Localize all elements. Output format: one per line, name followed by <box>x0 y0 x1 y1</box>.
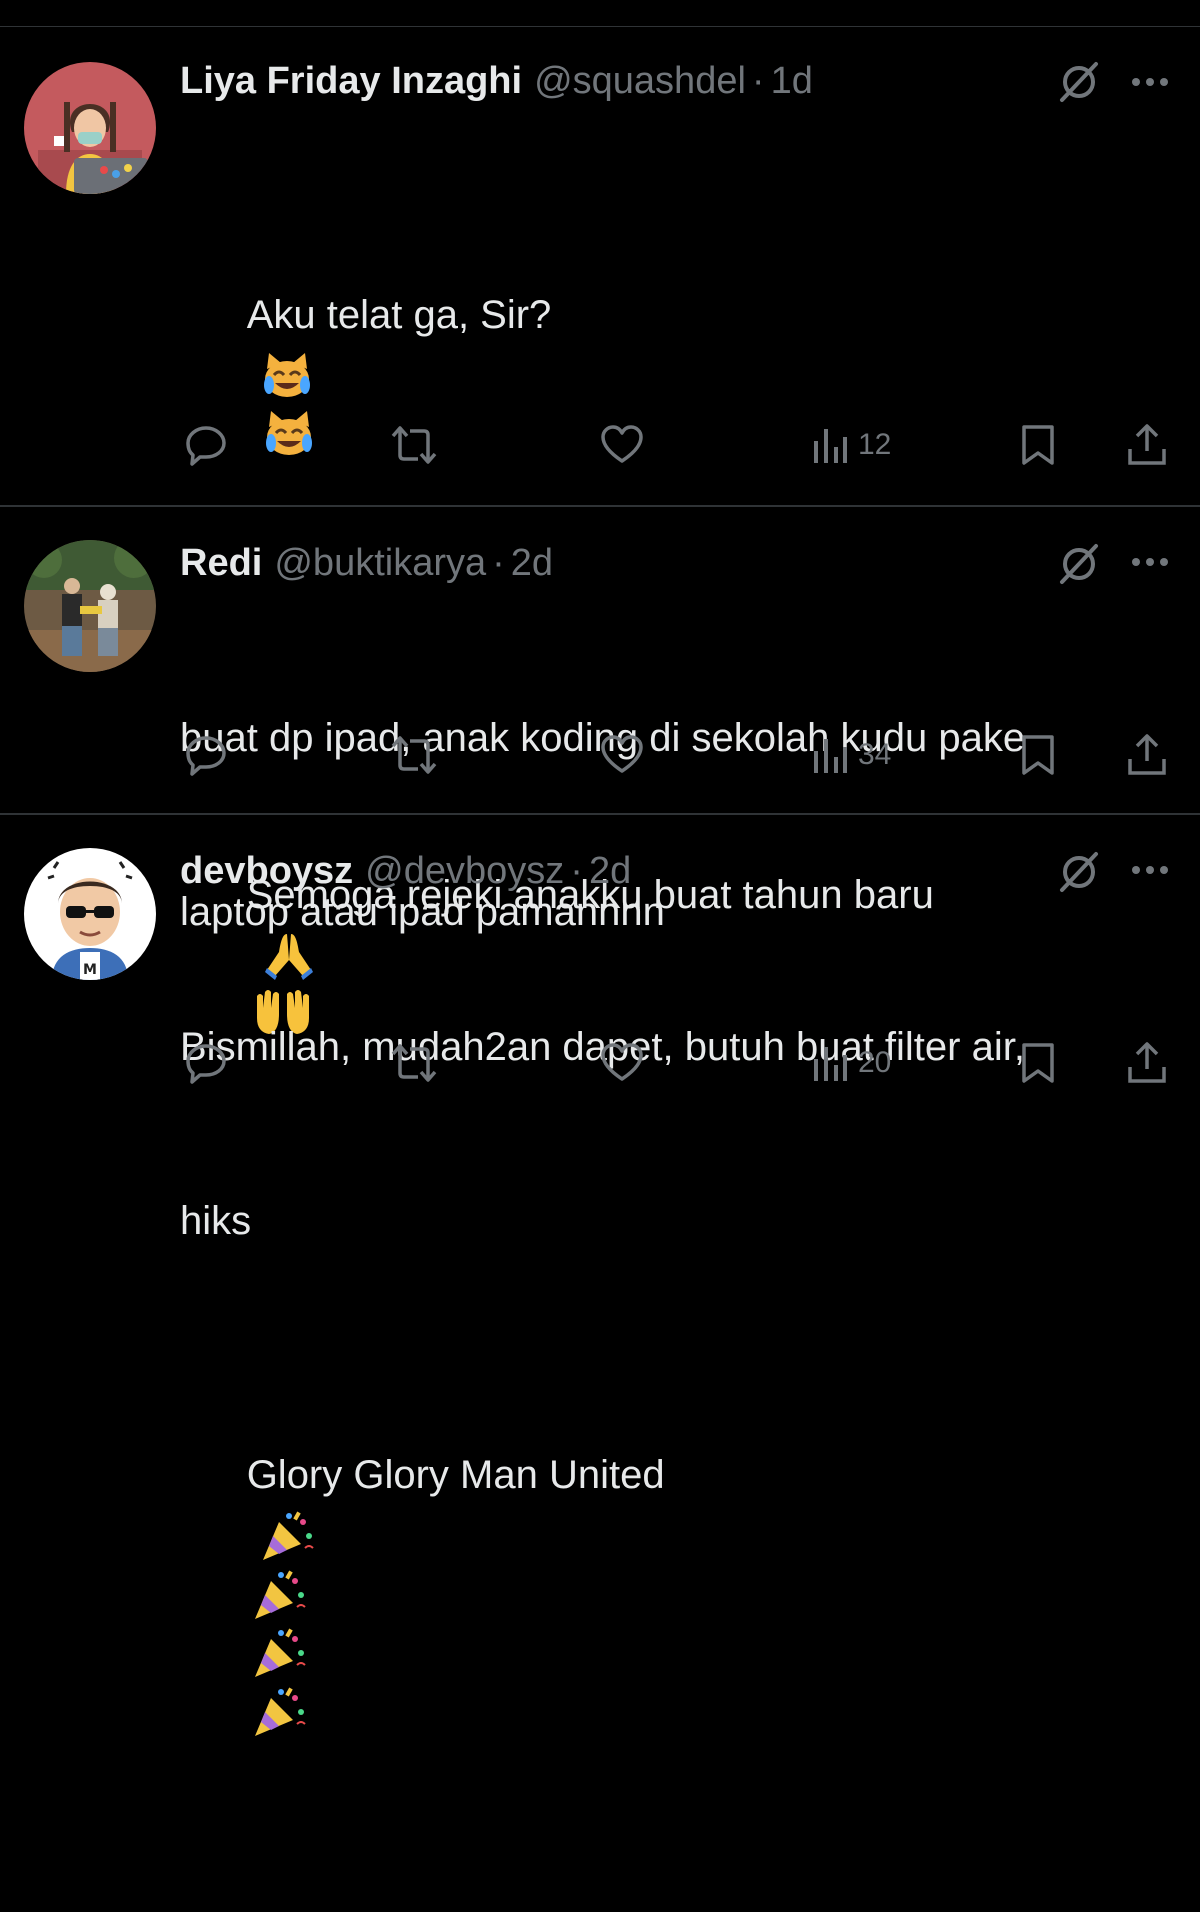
timestamp[interactable]: 2d <box>589 848 631 894</box>
grok-icon[interactable] <box>1056 58 1102 104</box>
like-button[interactable] <box>600 1038 644 1088</box>
timestamp[interactable]: 2d <box>511 540 553 586</box>
party-popper-emoji <box>254 1570 306 1619</box>
retweet-icon <box>391 426 437 464</box>
views-count: 12 <box>858 428 892 461</box>
avatar-illustration: M <box>24 848 156 980</box>
author-handle[interactable]: @buktikarya <box>274 540 486 586</box>
avatar[interactable] <box>24 62 156 194</box>
avatar[interactable]: M <box>24 848 156 980</box>
tweet-header: Liya Friday Inzaghi @squashdel · 1d <box>180 58 813 104</box>
tweet-line-text: Glory Glory Man United <box>246 1453 665 1497</box>
tweet-actions: 20 <box>0 1038 1200 1088</box>
share-button[interactable] <box>1126 420 1168 470</box>
tweet-line: hiks <box>180 1199 252 1243</box>
party-popper-emoji <box>254 1628 306 1678</box>
like-icon <box>601 735 643 773</box>
like-icon <box>601 1043 643 1081</box>
bookmark-icon <box>1022 735 1054 775</box>
reply-button[interactable] <box>184 1038 228 1088</box>
tweet-line: Glory Glory Man United <box>180 1388 1160 1796</box>
tweet-header: devboysz @devboysz · 2d <box>180 848 631 894</box>
tweet-header: Redi @buktikarya · 2d <box>180 540 553 586</box>
author-name[interactable]: Redi <box>180 540 262 586</box>
author-handle[interactable]: @devboysz <box>365 848 564 894</box>
bookmark-icon <box>1022 1043 1054 1083</box>
reply-icon <box>186 1044 226 1084</box>
separator-dot: · <box>492 542 505 584</box>
grok-icon[interactable] <box>1056 540 1102 586</box>
timestamp[interactable]: 1d <box>771 58 813 104</box>
avatar[interactable] <box>24 540 156 672</box>
tweet-actions: 34 <box>0 730 1200 780</box>
reply-icon <box>186 426 226 466</box>
more-icon[interactable] <box>1128 552 1172 572</box>
separator-dot: · <box>570 850 583 892</box>
bookmark-button[interactable] <box>1020 420 1056 470</box>
views-button[interactable]: 20 <box>812 1038 891 1088</box>
tweet-text: Bismillah, mudah2an dapet, butuh buat fi… <box>180 902 1160 1366</box>
avatar-photo <box>24 540 156 672</box>
more-icon[interactable] <box>1128 860 1172 880</box>
author-name[interactable]: Liya Friday Inzaghi <box>180 58 522 104</box>
share-icon <box>1128 1042 1166 1083</box>
avatar-illustration <box>24 62 156 194</box>
bookmark-button[interactable] <box>1020 730 1056 780</box>
like-button[interactable] <box>600 420 644 470</box>
views-count: 20 <box>858 1046 892 1079</box>
cat-joy-emoji <box>263 353 310 398</box>
share-button[interactable] <box>1126 730 1168 780</box>
retweet-button[interactable] <box>390 1038 438 1088</box>
tweet-divider <box>0 813 1200 815</box>
tweet-divider <box>0 505 1200 507</box>
retweet-button[interactable] <box>390 730 438 780</box>
top-divider <box>0 26 1200 27</box>
like-button[interactable] <box>600 730 644 780</box>
author-handle[interactable]: @squashdel <box>534 58 746 104</box>
party-popper-emoji <box>262 1511 314 1561</box>
views-button[interactable]: 12 <box>812 420 891 470</box>
more-icon[interactable] <box>1128 72 1172 92</box>
avatar-badge: M <box>83 962 97 978</box>
party-popper-emoji <box>254 1687 306 1736</box>
share-button[interactable] <box>1126 1038 1168 1088</box>
views-count: 34 <box>858 738 892 771</box>
tweet-line: Aku telat ga, Sir? <box>180 228 1160 518</box>
views-button[interactable]: 34 <box>812 730 891 780</box>
bookmark-button[interactable] <box>1020 1038 1056 1088</box>
separator-dot: · <box>751 60 765 102</box>
views-icon <box>814 1047 847 1081</box>
reply-button[interactable] <box>184 730 228 780</box>
retweet-button[interactable] <box>390 420 438 470</box>
views-icon <box>814 739 847 773</box>
retweet-icon <box>391 1044 437 1082</box>
like-icon <box>601 425 643 463</box>
tweet-actions: 12 <box>0 420 1200 470</box>
author-name[interactable]: devboysz <box>180 848 353 894</box>
reply-button[interactable] <box>184 420 228 470</box>
share-icon <box>1128 734 1166 775</box>
views-icon <box>814 429 847 463</box>
share-icon <box>1128 424 1166 465</box>
grok-icon[interactable] <box>1056 848 1102 894</box>
retweet-icon <box>391 736 437 774</box>
tweet-line-text: Aku telat ga, Sir? <box>246 293 552 337</box>
bookmark-icon <box>1022 425 1054 465</box>
reply-icon <box>186 736 226 776</box>
